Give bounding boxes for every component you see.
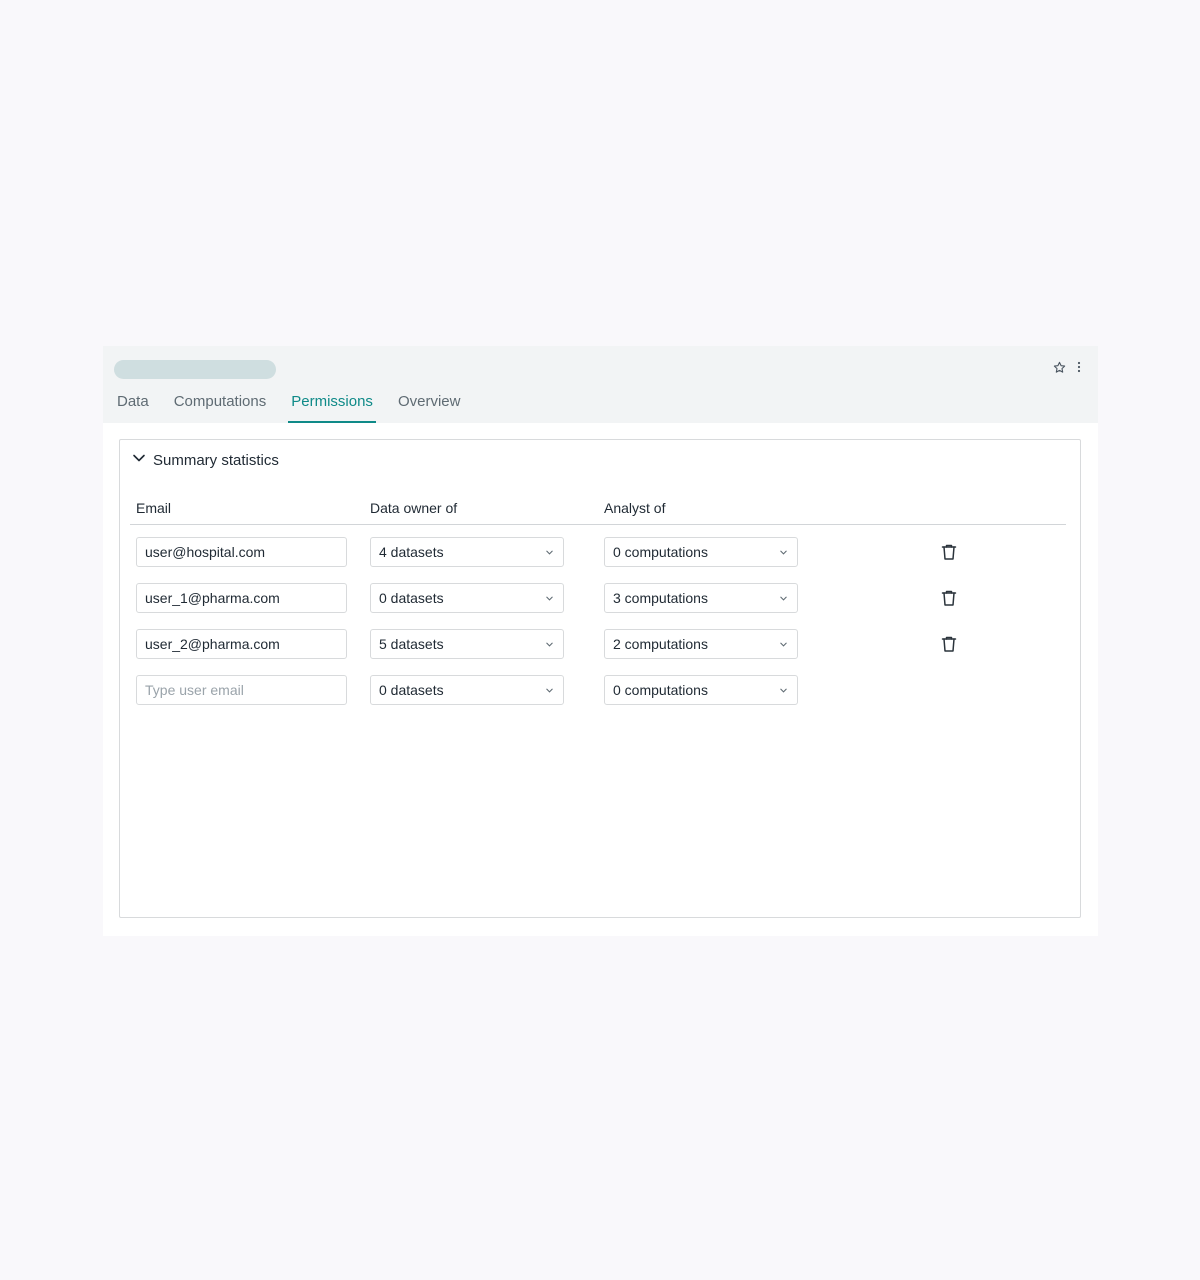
- analyst-select-value: 3 computations: [613, 590, 708, 606]
- chevron-down-icon: [780, 550, 787, 555]
- analyst-select[interactable]: 2 computations: [604, 629, 798, 659]
- tab-overview[interactable]: Overview: [395, 387, 464, 423]
- table-header: Email Data owner of Analyst of: [130, 498, 1066, 525]
- owner-select-value: 5 datasets: [379, 636, 444, 652]
- panel-title: Summary statistics: [153, 451, 279, 469]
- owner-select[interactable]: 5 datasets: [370, 629, 564, 659]
- tab-data[interactable]: Data: [114, 387, 152, 423]
- analyst-select[interactable]: 0 computations: [604, 537, 798, 567]
- title-placeholder: [114, 360, 276, 379]
- trash-icon[interactable]: [940, 543, 958, 561]
- column-header-analyst: Analyst of: [604, 500, 666, 516]
- chevron-down-icon: [546, 550, 553, 555]
- analyst-select[interactable]: 0 computations: [604, 675, 798, 705]
- chevron-down-icon: [780, 642, 787, 647]
- column-header-owner: Data owner of: [370, 500, 458, 516]
- owner-select-value: 4 datasets: [379, 544, 444, 560]
- more-vertical-icon[interactable]: [1072, 359, 1086, 375]
- app-window: Data Computations Permissions Overview S…: [103, 346, 1098, 936]
- owner-select[interactable]: 4 datasets: [370, 537, 564, 567]
- column-header-email: Email: [136, 500, 172, 516]
- analyst-select-value: 0 computations: [613, 682, 708, 698]
- table-row: user@hospital.com 4 datasets 0 computati…: [120, 537, 1080, 569]
- analyst-select-value: 2 computations: [613, 636, 708, 652]
- chevron-down-icon: [546, 688, 553, 693]
- tab-bar: Data Computations Permissions Overview: [103, 387, 471, 423]
- chevron-down-icon: [546, 642, 553, 647]
- chevron-down-icon: [132, 451, 146, 469]
- email-field[interactable]: user_1@pharma.com: [136, 583, 347, 613]
- chevron-down-icon: [546, 596, 553, 601]
- analyst-select[interactable]: 3 computations: [604, 583, 798, 613]
- star-icon[interactable]: [1052, 359, 1066, 375]
- panel-toggle[interactable]: Summary statistics: [132, 451, 279, 469]
- chevron-down-icon: [780, 688, 787, 693]
- owner-select-value: 0 datasets: [379, 682, 444, 698]
- analyst-select-value: 0 computations: [613, 544, 708, 560]
- tab-computations[interactable]: Computations: [171, 387, 270, 423]
- email-field[interactable]: user_2@pharma.com: [136, 629, 347, 659]
- owner-select[interactable]: 0 datasets: [370, 583, 564, 613]
- owner-select-value: 0 datasets: [379, 590, 444, 606]
- trash-icon[interactable]: [940, 635, 958, 653]
- new-user-row: Type user email 0 datasets 0 computation…: [120, 675, 1080, 707]
- chevron-down-icon: [780, 596, 787, 601]
- permissions-panel: Summary statistics Email Data owner of A…: [119, 439, 1081, 918]
- table-row: user_1@pharma.com 0 datasets 3 computati…: [120, 583, 1080, 615]
- email-field[interactable]: user@hospital.com: [136, 537, 347, 567]
- owner-select[interactable]: 0 datasets: [370, 675, 564, 705]
- tab-permissions[interactable]: Permissions: [288, 387, 376, 423]
- header-actions: [1052, 359, 1086, 375]
- new-email-field[interactable]: Type user email: [136, 675, 347, 705]
- table-row: user_2@pharma.com 5 datasets 2 computati…: [120, 629, 1080, 661]
- header: Data Computations Permissions Overview: [103, 346, 1098, 423]
- trash-icon[interactable]: [940, 589, 958, 607]
